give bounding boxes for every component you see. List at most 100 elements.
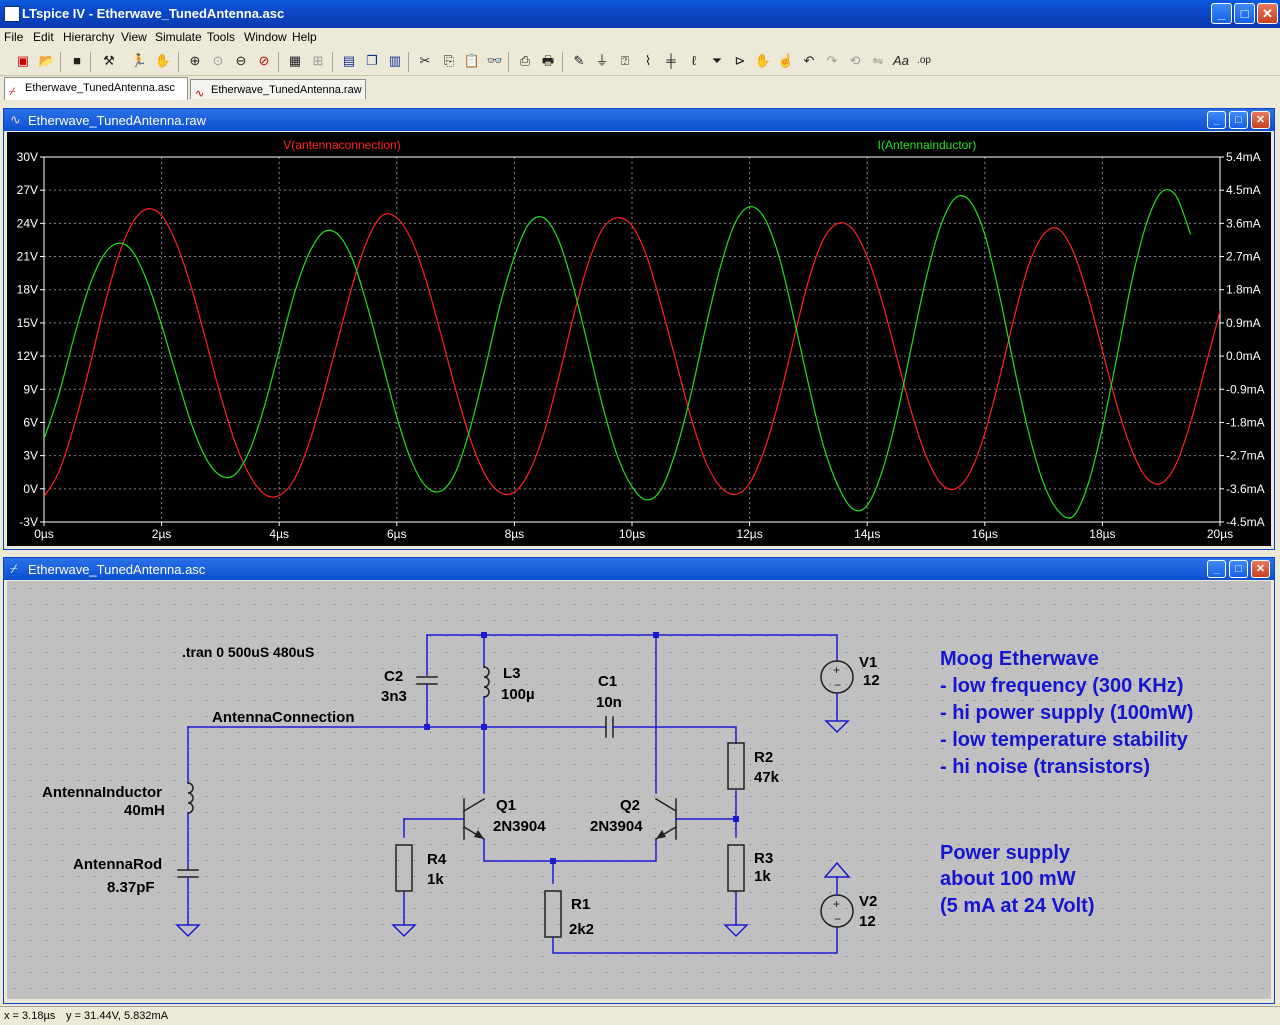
menu-bar: File Edit Hierarchy View Simulate Tools …: [0, 28, 1280, 46]
mirror-icon[interactable]: ⇋: [869, 52, 887, 70]
menu-window[interactable]: Window: [244, 30, 287, 44]
schematic-window[interactable]: ⌿ Etherwave_TunedAntenna.asc _ □ ✕ + − + −.…: [3, 557, 1275, 1004]
cut-icon[interactable]: ✂: [416, 52, 434, 70]
tile-vertical-icon[interactable]: ▥: [386, 52, 404, 70]
waveform-plot[interactable]: 30V 5.4mA 27V 4.5mA 24V 3.6mA 21V 2.7mA 18V 1.8mA…: [7, 132, 1271, 546]
y-right-tick-label: 2.7mA: [1226, 250, 1261, 264]
y-right-tick-label: -2.7mA: [1226, 449, 1265, 463]
label-c2-name: C2: [384, 668, 403, 685]
x-tick-label: 10µs: [619, 527, 645, 541]
net-label-antenna-connection: AntennaConnection: [212, 709, 355, 726]
comment-note-6: about 100 mW: [940, 868, 1076, 890]
waveform-window-title-bar[interactable]: ∿ Etherwave_TunedAntenna.raw _ □ ✕: [4, 109, 1274, 131]
waveform-window[interactable]: ∿ Etherwave_TunedAntenna.raw _ □ ✕ 30V 5.…: [3, 108, 1275, 550]
menu-help[interactable]: Help: [292, 30, 317, 44]
schematic-maximize-button[interactable]: □: [1229, 560, 1248, 578]
waveform-maximize-button[interactable]: □: [1229, 111, 1248, 129]
voltage-source-v2-minus: −: [834, 912, 841, 926]
waveform-minimize-button[interactable]: _: [1207, 111, 1226, 129]
label-net-icon[interactable]: ⍰: [616, 52, 634, 70]
tab-schematic[interactable]: ⌿ Etherwave_TunedAntenna.asc: [4, 77, 188, 100]
comment-note-3: - low temperature stability: [940, 729, 1189, 751]
menu-simulate[interactable]: Simulate: [155, 30, 202, 44]
y-left-tick-label: 24V: [17, 216, 38, 230]
label-antenna-inductor-value: 40mH: [124, 802, 165, 819]
menu-edit[interactable]: Edit: [33, 30, 54, 44]
schematic-canvas[interactable]: +−+−.tran 0 500uS 480uSAntennaConnection…: [7, 581, 1271, 999]
draw-wire-icon[interactable]: ✎: [570, 52, 588, 70]
x-tick-label: 4µs: [269, 527, 289, 541]
y-left-tick-label: 6V: [23, 415, 38, 429]
new-schematic-icon[interactable]: ▣: [14, 52, 32, 70]
series-label-1: I(Antennainductor): [878, 138, 977, 152]
save-icon[interactable]: ■: [68, 52, 86, 70]
x-tick-label: 8µs: [505, 527, 525, 541]
waveform-window-icon: ∿: [10, 112, 21, 127]
comment-note-4: - hi noise (transistors): [940, 756, 1150, 778]
rotate-icon[interactable]: ⟲: [846, 52, 864, 70]
label-v2-value: 12: [859, 913, 876, 930]
toolbar-separator: [90, 52, 91, 72]
print-icon[interactable]: 🖶: [539, 52, 557, 70]
drag-icon[interactable]: ☝: [777, 52, 795, 70]
schematic-window-title: Etherwave_TunedAntenna.asc: [28, 562, 206, 577]
copy-icon[interactable]: ⎘: [440, 52, 458, 70]
comment-note-1: - low frequency (300 KHz): [940, 675, 1183, 697]
zoom-cancel-icon[interactable]: ⊘: [255, 52, 273, 70]
capacitor-icon[interactable]: ╪: [662, 52, 680, 70]
menu-hierarchy[interactable]: Hierarchy: [63, 30, 114, 44]
tile-horizontal-icon[interactable]: ▤: [340, 52, 358, 70]
zoom-in-icon[interactable]: ⊕: [186, 52, 204, 70]
toolbar: ▣ 📂 ■ ⚒ 🏃 ✋ ⊕ ⊙ ⊖ ⊘ ▦ ⊞ ▤ ❐ ▥ ✂ ⎘ 📋 👓 ⎙ …: [0, 47, 1280, 76]
ltspice-app-icon: [4, 6, 20, 22]
open-icon[interactable]: 📂: [38, 52, 56, 70]
control-panel-icon[interactable]: ⚒: [100, 52, 118, 70]
label-v2-name: V2: [859, 893, 877, 910]
menu-tools[interactable]: Tools: [207, 30, 235, 44]
y-right-tick-label: 0.0mA: [1226, 349, 1261, 363]
status-y-readout: y = 31.44V, 5.832mA: [66, 1010, 169, 1022]
minimize-button[interactable]: _: [1211, 3, 1232, 24]
grid-icon[interactable]: ⊞: [309, 52, 327, 70]
label-r4-name: R4: [427, 851, 447, 868]
series-label-0: V(antennaconnection): [283, 138, 400, 152]
autoscale-icon[interactable]: ▦: [286, 52, 304, 70]
y-right-tick-label: 5.4mA: [1226, 150, 1261, 164]
label-q1-name: Q1: [496, 797, 516, 814]
label-r1-value: 2k2: [569, 921, 594, 938]
schematic-minimize-button[interactable]: _: [1207, 560, 1226, 578]
menu-file[interactable]: File: [4, 30, 23, 44]
toolbar-separator: [178, 52, 179, 72]
cascade-icon[interactable]: ❐: [363, 52, 381, 70]
component-icon[interactable]: ⊳: [731, 52, 749, 70]
zoom-pan-icon[interactable]: ⊙: [209, 52, 227, 70]
x-tick-label: 20µs: [1207, 527, 1233, 541]
inductor-icon[interactable]: ℓ: [685, 52, 703, 70]
resistor-icon[interactable]: ⌇: [639, 52, 657, 70]
waveform-close-button[interactable]: ✕: [1251, 111, 1270, 129]
paste-icon[interactable]: 📋: [463, 52, 481, 70]
maximize-button[interactable]: □: [1234, 3, 1255, 24]
undo-icon[interactable]: ↶: [800, 52, 818, 70]
label-r2-name: R2: [754, 749, 773, 766]
run-icon[interactable]: 🏃: [130, 52, 148, 70]
halt-icon[interactable]: ✋: [154, 52, 172, 70]
ground-icon[interactable]: ⏚: [593, 52, 611, 70]
close-button[interactable]: ✕: [1257, 3, 1278, 24]
app-title-bar[interactable]: LTspice IV - Etherwave_TunedAntenna.asc …: [0, 0, 1280, 28]
text-icon[interactable]: Aa: [892, 52, 910, 70]
zoom-out-icon[interactable]: ⊖: [232, 52, 250, 70]
find-icon[interactable]: 👓: [486, 52, 504, 70]
schematic-window-title-bar[interactable]: ⌿ Etherwave_TunedAntenna.asc _ □ ✕: [4, 558, 1274, 580]
x-tick-label: 0µs: [34, 527, 54, 541]
tab-label: Etherwave_TunedAntenna.raw: [211, 84, 362, 96]
label-antenna-inductor-name: AntennaInductor: [42, 784, 162, 801]
diode-icon[interactable]: ⏷: [708, 52, 726, 70]
redo-icon[interactable]: ↷: [823, 52, 841, 70]
tab-waveform[interactable]: ∿ Etherwave_TunedAntenna.raw: [190, 79, 366, 100]
move-icon[interactable]: ✋: [754, 52, 772, 70]
menu-view[interactable]: View: [121, 30, 147, 44]
print-setup-icon[interactable]: ⎙: [516, 52, 534, 70]
spice-directive-icon[interactable]: .op: [915, 52, 933, 70]
schematic-close-button[interactable]: ✕: [1251, 560, 1270, 578]
